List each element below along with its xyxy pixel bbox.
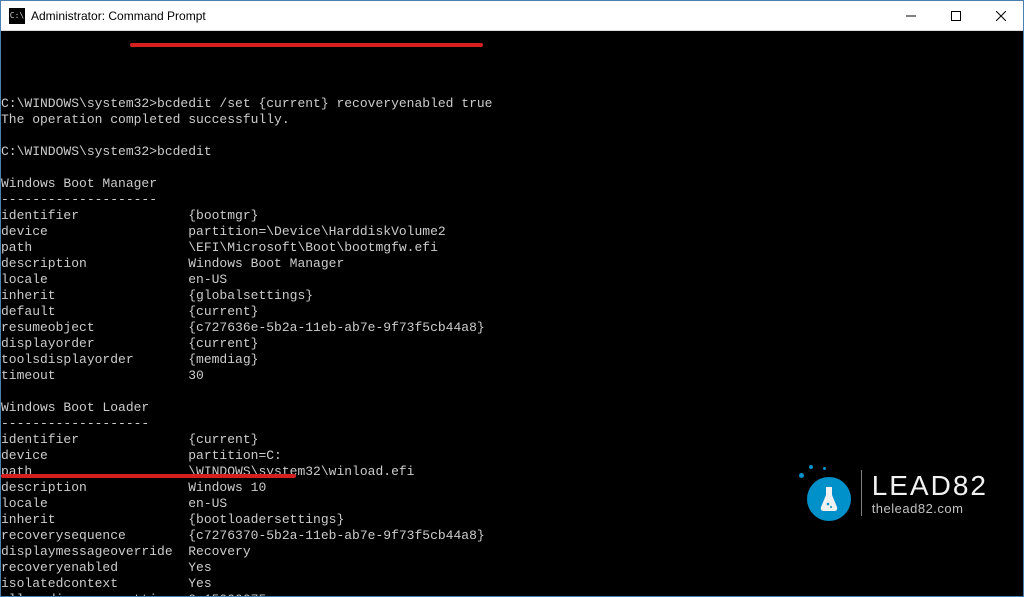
terminal-line (1, 128, 1023, 144)
terminal-line: resumeobject {c727636e-5b2a-11eb-ab7e-9f… (1, 320, 1023, 336)
terminal-line: C:\WINDOWS\system32>bcdedit /set {curren… (1, 96, 1023, 112)
command-prompt-window: C:\ Administrator: Command Prompt C:\WIN… (0, 0, 1024, 597)
terminal-line: inherit {globalsettings} (1, 288, 1023, 304)
terminal-line: path \EFI\Microsoft\Boot\bootmgfw.efi (1, 240, 1023, 256)
terminal-line: C:\WINDOWS\system32>bcdedit (1, 144, 1023, 160)
window-title: Administrator: Command Prompt (31, 9, 888, 23)
window-controls (888, 1, 1023, 30)
cmd-icon: C:\ (9, 8, 25, 24)
terminal-line: -------------------- (1, 192, 1023, 208)
terminal-line (1, 384, 1023, 400)
maximize-button[interactable] (933, 1, 978, 30)
terminal-line: identifier {bootmgr} (1, 208, 1023, 224)
terminal-line: isolatedcontext Yes (1, 576, 1023, 592)
watermark: LEAD82 thelead82.com (795, 465, 988, 521)
titlebar[interactable]: C:\ Administrator: Command Prompt (1, 1, 1023, 31)
terminal-line: identifier {current} (1, 432, 1023, 448)
watermark-logo-icon (795, 465, 851, 521)
terminal-line: displaymessageoverride Recovery (1, 544, 1023, 560)
terminal-line: ------------------- (1, 416, 1023, 432)
terminal-line: The operation completed successfully. (1, 112, 1023, 128)
terminal-line: timeout 30 (1, 368, 1023, 384)
terminal-line: Windows Boot Manager (1, 176, 1023, 192)
highlight-annotation (130, 43, 483, 47)
terminal-line: recoverysequence {c7276370-5b2a-11eb-ab7… (1, 528, 1023, 544)
watermark-url: thelead82.com (872, 502, 988, 515)
highlight-annotation (1, 474, 296, 478)
terminal-line: allowedinmemorysettings 0x15000075 (1, 592, 1023, 596)
terminal-line: recoveryenabled Yes (1, 560, 1023, 576)
terminal-line: device partition=C: (1, 448, 1023, 464)
terminal-line: device partition=\Device\HarddiskVolume2 (1, 224, 1023, 240)
terminal-line: displayorder {current} (1, 336, 1023, 352)
watermark-brand: LEAD82 (872, 472, 988, 500)
divider (861, 470, 862, 516)
terminal-line: default {current} (1, 304, 1023, 320)
terminal-line (1, 160, 1023, 176)
terminal[interactable]: C:\WINDOWS\system32>bcdedit /set {curren… (1, 31, 1023, 596)
minimize-button[interactable] (888, 1, 933, 30)
close-button[interactable] (978, 1, 1023, 30)
terminal-line: toolsdisplayorder {memdiag} (1, 352, 1023, 368)
terminal-line: description Windows Boot Manager (1, 256, 1023, 272)
terminal-line: Windows Boot Loader (1, 400, 1023, 416)
terminal-line: locale en-US (1, 272, 1023, 288)
